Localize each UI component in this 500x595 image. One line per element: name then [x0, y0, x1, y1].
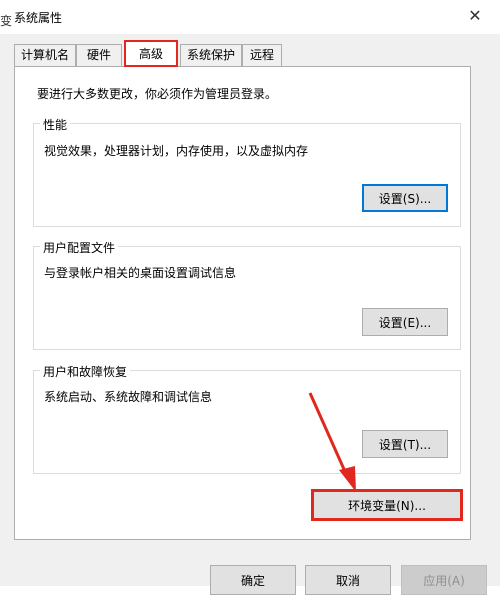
red-arrow-annotation [308, 392, 356, 492]
system-properties-window: 变 系统属性 ✕ 计算机名 硬件 高级 系统保护 远程 要进行大多数更改，你必须… [0, 0, 500, 595]
arrow-head [339, 466, 356, 492]
arrow-shaft [308, 392, 349, 477]
